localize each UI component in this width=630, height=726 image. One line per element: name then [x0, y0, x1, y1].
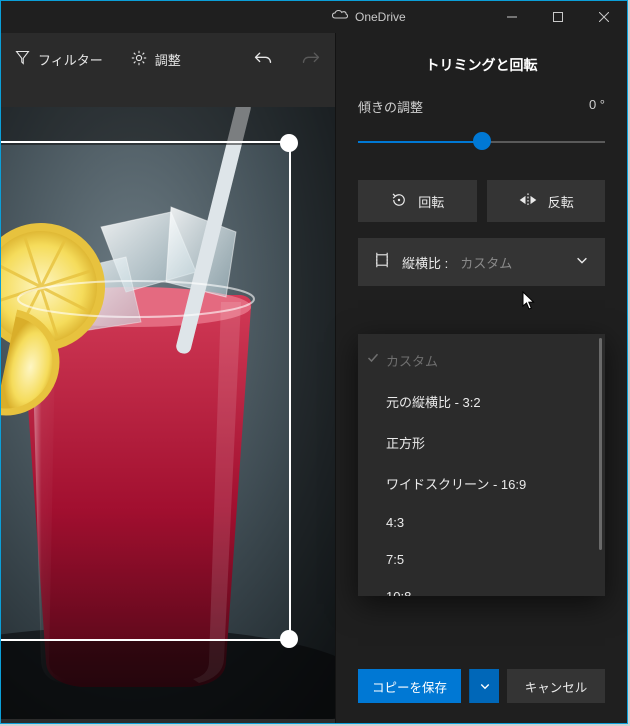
- aspect-option[interactable]: 4:3: [358, 504, 605, 541]
- flip-button[interactable]: 反転: [487, 180, 606, 222]
- brightness-icon: [131, 50, 147, 69]
- adjust-label: 調整: [155, 50, 181, 69]
- aspect-label-prefix: 縦横比 :: [402, 253, 448, 272]
- aspect-ratio-dropdown[interactable]: カスタム元の縦横比 - 3:2正方形ワイドスクリーン - 16:94:37:51…: [358, 334, 605, 596]
- check-icon: [367, 352, 379, 367]
- adjust-button[interactable]: 調整: [117, 33, 195, 85]
- save-copy-label: コピーを保存: [372, 677, 447, 696]
- aspect-ratio-select[interactable]: 縦横比 : カスタム: [358, 238, 605, 286]
- aspect-option[interactable]: 7:5: [358, 541, 605, 578]
- redo-button[interactable]: [287, 33, 335, 85]
- slider-thumb[interactable]: [473, 132, 491, 150]
- crop-region[interactable]: [1, 145, 291, 640]
- flip-icon: [518, 192, 538, 211]
- rotate-label: 回転: [418, 192, 444, 211]
- straighten-slider[interactable]: [358, 130, 605, 152]
- filter-label: フィルター: [38, 50, 103, 69]
- canvas[interactable]: [1, 85, 335, 723]
- chevron-down-icon: [575, 253, 589, 272]
- side-panel: トリミングと回転 傾きの調整 0 °: [335, 33, 627, 723]
- window-close-button[interactable]: [581, 1, 627, 33]
- editor-toolbar: フィルター 調整: [1, 33, 335, 85]
- save-copy-button[interactable]: コピーを保存: [358, 669, 461, 703]
- window-maximize-button[interactable]: [535, 1, 581, 33]
- cancel-button[interactable]: キャンセル: [507, 669, 605, 703]
- save-copy-chevron-button[interactable]: [469, 669, 499, 703]
- straighten-value: 0 °: [589, 97, 605, 116]
- cancel-label: キャンセル: [525, 677, 588, 696]
- window-minimize-button[interactable]: [489, 1, 535, 33]
- title-bar: OneDrive: [1, 1, 627, 33]
- editor-pane: フィルター 調整: [1, 33, 335, 723]
- onedrive-icon: [331, 8, 349, 26]
- filter-button[interactable]: フィルター: [1, 33, 117, 85]
- flip-label: 反転: [548, 192, 574, 211]
- straighten-label: 傾きの調整: [358, 97, 423, 116]
- aspect-option[interactable]: カスタム: [358, 340, 605, 381]
- aspect-option[interactable]: 10:8: [358, 578, 605, 596]
- aspect-label-value: カスタム: [460, 253, 512, 272]
- rotate-button[interactable]: 回転: [358, 180, 477, 222]
- panel-title: トリミングと回転: [336, 33, 627, 97]
- aspect-option[interactable]: ワイドスクリーン - 16:9: [358, 463, 605, 504]
- rotate-icon: [390, 191, 408, 212]
- undo-button[interactable]: [239, 33, 287, 85]
- aspect-option[interactable]: 正方形: [358, 422, 605, 463]
- cursor-icon: [522, 291, 536, 311]
- filter-icon: [15, 50, 30, 68]
- aspect-option[interactable]: 元の縦横比 - 3:2: [358, 381, 605, 422]
- aspect-ratio-icon: [374, 252, 390, 273]
- app-title: OneDrive: [355, 10, 406, 24]
